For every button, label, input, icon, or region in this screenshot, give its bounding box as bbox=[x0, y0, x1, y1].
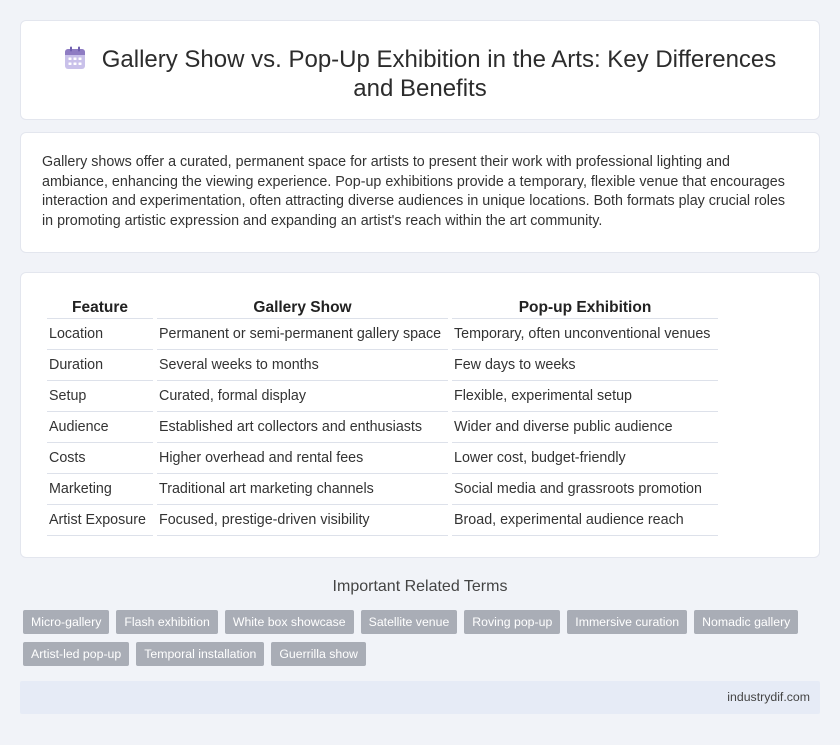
gallery-cell: Curated, formal display bbox=[157, 381, 448, 412]
tag-roving-pop-up[interactable]: Roving pop-up bbox=[464, 610, 561, 634]
popup-cell: Flexible, experimental setup bbox=[452, 381, 718, 412]
popup-cell: Lower cost, budget-friendly bbox=[452, 443, 718, 474]
comparison-card: Feature Gallery Show Pop-up Exhibition L… bbox=[20, 272, 820, 558]
calendar-icon bbox=[64, 46, 85, 69]
table-row: Location Permanent or semi-permanent gal… bbox=[47, 319, 718, 350]
intro-card: Gallery shows offer a curated, permanent… bbox=[20, 132, 820, 253]
feature-cell: Marketing bbox=[47, 474, 153, 505]
gallery-cell: Traditional art marketing channels bbox=[157, 474, 448, 505]
feature-cell: Artist Exposure bbox=[47, 505, 153, 536]
header-feature: Feature bbox=[47, 295, 153, 319]
tag-white-box-showcase[interactable]: White box showcase bbox=[224, 610, 354, 634]
table-row: Setup Curated, formal display Flexible, … bbox=[47, 381, 718, 412]
feature-cell: Duration bbox=[47, 350, 153, 381]
tag-micro-gallery[interactable]: Micro-gallery bbox=[23, 610, 110, 634]
tag-nomadic-gallery[interactable]: Nomadic gallery bbox=[694, 610, 799, 634]
gallery-cell: Permanent or semi-permanent gallery spac… bbox=[157, 319, 448, 350]
tag-guerrilla-show[interactable]: Guerrilla show bbox=[271, 642, 366, 666]
table-row: Costs Higher overhead and rental fees Lo… bbox=[47, 443, 718, 474]
footer-site-link[interactable]: industrydif.com bbox=[727, 690, 810, 704]
table-row: Marketing Traditional art marketing chan… bbox=[47, 474, 718, 505]
tag-satellite-venue[interactable]: Satellite venue bbox=[360, 610, 458, 634]
tag-temporal-installation[interactable]: Temporal installation bbox=[136, 642, 265, 666]
feature-cell: Costs bbox=[47, 443, 153, 474]
feature-cell: Setup bbox=[47, 381, 153, 412]
popup-cell: Few days to weeks bbox=[452, 350, 718, 381]
feature-cell: Audience bbox=[47, 412, 153, 443]
tag-artist-led-pop-up[interactable]: Artist-led pop-up bbox=[23, 642, 130, 666]
table-row: Duration Several weeks to months Few day… bbox=[47, 350, 718, 381]
intro-paragraph: Gallery shows offer a curated, permanent… bbox=[42, 154, 786, 229]
table-header-row: Feature Gallery Show Pop-up Exhibition bbox=[47, 295, 718, 319]
comparison-table: Feature Gallery Show Pop-up Exhibition L… bbox=[43, 295, 722, 536]
gallery-cell: Several weeks to months bbox=[157, 350, 448, 381]
gallery-cell: Higher overhead and rental fees bbox=[157, 443, 448, 474]
tag-flash-exhibition[interactable]: Flash exhibition bbox=[116, 610, 218, 634]
popup-cell: Wider and diverse public audience bbox=[452, 412, 718, 443]
page-title: Gallery Show vs. Pop-Up Exhibition in th… bbox=[21, 45, 819, 103]
header-popup-exhibition: Pop-up Exhibition bbox=[452, 295, 718, 319]
related-terms-heading: Important Related Terms bbox=[332, 578, 508, 595]
table-row: Audience Established art collectors and … bbox=[47, 412, 718, 443]
related-terms-tags: Micro-gallery Flash exhibition White box… bbox=[23, 610, 813, 666]
title-card: Gallery Show vs. Pop-Up Exhibition in th… bbox=[20, 20, 820, 120]
gallery-cell: Focused, prestige-driven visibility bbox=[157, 505, 448, 536]
header-gallery-show: Gallery Show bbox=[157, 295, 448, 319]
feature-cell: Location bbox=[47, 319, 153, 350]
popup-cell: Temporary, often unconventional venues bbox=[452, 319, 718, 350]
table-row: Artist Exposure Focused, prestige-driven… bbox=[47, 505, 718, 536]
popup-cell: Social media and grassroots promotion bbox=[452, 474, 718, 505]
gallery-cell: Established art collectors and enthusias… bbox=[157, 412, 448, 443]
page-title-text: Gallery Show vs. Pop-Up Exhibition in th… bbox=[101, 46, 777, 102]
popup-cell: Broad, experimental audience reach bbox=[452, 505, 718, 536]
footer: industrydif.com bbox=[20, 681, 820, 714]
tag-immersive-curation[interactable]: Immersive curation bbox=[567, 610, 688, 634]
